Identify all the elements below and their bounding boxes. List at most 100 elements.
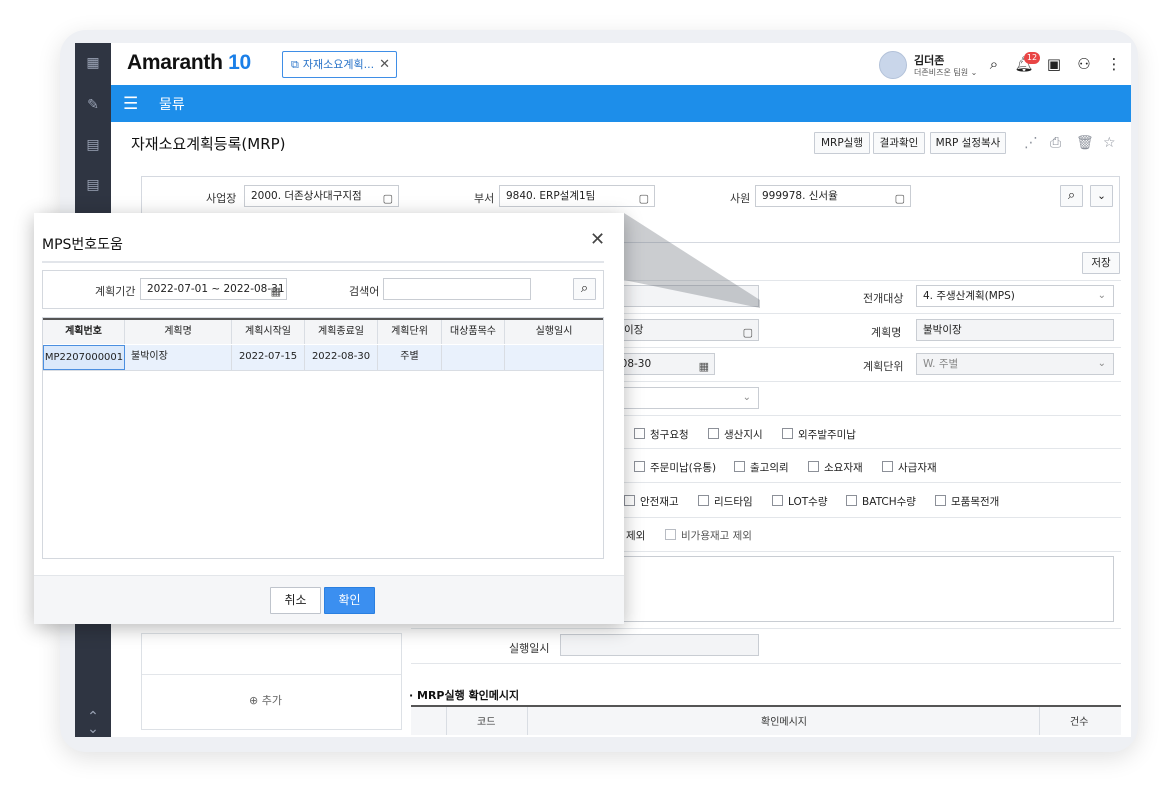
item-count-cell[interactable] [442, 345, 505, 370]
code-picker-icon[interactable]: ▢ [639, 189, 649, 209]
open-tab[interactable]: ⧉ 자재소요계획... ✕ [282, 51, 397, 78]
search-icon[interactable]: ⌕ [984, 54, 1004, 74]
more-icon[interactable]: ⋮ [1104, 54, 1124, 74]
checkbox-supplied-material[interactable]: 사급자재 [882, 460, 937, 475]
plan-no-cell[interactable]: MP2207000001 [43, 345, 125, 370]
logo-version: 10 [228, 51, 251, 74]
table-row[interactable]: MP2207000001 불박이장 2022-07-15 2022-08-30 … [43, 345, 603, 371]
divider [411, 628, 1121, 629]
plan-unit-value: W. 주별 [923, 358, 959, 370]
module-bar: ☰ 물류 [111, 85, 1131, 122]
chevron-down-icon: ⌄ [1097, 358, 1106, 369]
plan-end-cell[interactable]: 2022-08-30 [305, 345, 378, 370]
code-picker-icon[interactable]: ▢ [895, 189, 905, 209]
checkbox-work-order[interactable]: 생산지시 [708, 427, 763, 442]
code-picker-icon[interactable]: ▢ [383, 189, 393, 209]
checkbox-required-material[interactable]: 소요자재 [808, 460, 863, 475]
col-divider [527, 707, 528, 735]
period-value: 2022-07-01 ~ 2022-08-31 [147, 283, 285, 295]
star-icon[interactable]: ☆ [1103, 135, 1116, 151]
plus-circle-icon: ⊕ [249, 694, 259, 707]
save-button[interactable]: 저장 [1082, 252, 1120, 274]
apps-grid-icon[interactable]: ▦ [83, 53, 103, 73]
dept-label: 부서 [474, 192, 495, 205]
mps-grid: 계획번호 계획명 계획시작일 계획종료일 계획단위 대상품목수 실행일시 MP2… [42, 317, 604, 559]
share-icon[interactable]: ⋰ [1024, 135, 1038, 151]
checkbox-label: LOT수량 [788, 496, 828, 508]
calendar-clock-icon[interactable]: ▤ [83, 175, 103, 195]
checkbox-label: 출고의뢰 [750, 462, 789, 474]
deploy-value: 4. 주생산계획(MPS) [923, 290, 1015, 302]
close-tab-icon[interactable]: ✕ [379, 52, 390, 77]
cancel-button[interactable]: 취소 [270, 587, 321, 614]
column-header: 계획번호 [43, 320, 125, 344]
mrp-copy-settings-button[interactable]: MRP 설정복사 [930, 132, 1006, 154]
org-chart-icon[interactable]: ⚇ [1074, 54, 1094, 74]
deploy-select[interactable]: 4. 주생산계획(MPS) ⌄ [916, 285, 1114, 307]
checkbox-lot-qty[interactable]: LOT수량 [772, 494, 827, 509]
checkbox-parent-expand[interactable]: 모품목전개 [935, 494, 999, 509]
checkbox-label: BATCH수량 [862, 496, 916, 508]
run-date-field[interactable] [560, 634, 759, 656]
calendar-icon[interactable]: ▦ [271, 282, 281, 302]
logo[interactable]: Amaranth 10 [127, 51, 251, 75]
column-header: 확인메시지 [761, 717, 807, 728]
notification-badge: 12 [1024, 52, 1040, 64]
pen-icon[interactable]: ✎ [83, 95, 103, 115]
emp-value: 999978. 신서율 [762, 190, 838, 202]
divider [142, 674, 401, 675]
calculator-icon[interactable]: ▣ [1044, 54, 1064, 74]
menu-icon[interactable]: ☰ [123, 94, 138, 114]
dept-field[interactable]: 9840. ERP설계1팀 ▢ [499, 185, 655, 207]
calendar-icon[interactable]: ▤ [83, 135, 103, 155]
add-button[interactable]: ⊕ 추가 [249, 692, 282, 708]
checkbox-label: 사급자재 [898, 462, 937, 474]
deploy-label: 전개대상 [863, 292, 904, 305]
plan-name-field[interactable]: 불박이장 [916, 319, 1114, 341]
plan-name-label: 계획명 [871, 326, 902, 339]
trash-icon[interactable]: 🗑︎ [1076, 135, 1094, 151]
checkbox-order-unfilled[interactable]: 주문미납(유통) [634, 460, 716, 475]
mrp-run-button[interactable]: MRP실행 [814, 132, 870, 154]
emp-field[interactable]: 999978. 신서율 ▢ [755, 185, 911, 207]
run-date-label: 실행일시 [509, 642, 550, 655]
user-org: 더존비즈온 팀원 ⌄ [914, 68, 978, 77]
checkbox-lead-time[interactable]: 리드타임 [698, 494, 753, 509]
dialog-title: MPS번호도움 [42, 237, 123, 253]
checkbox-label: 소요자재 [824, 462, 863, 474]
plan-unit-select[interactable]: W. 주별 ⌄ [916, 353, 1114, 375]
dialog-footer: 취소 확인 [34, 575, 624, 624]
code-picker-icon[interactable]: ▢ [743, 323, 753, 343]
plan-name-cell[interactable]: 불박이장 [125, 345, 232, 370]
search-button[interactable]: ⌕ [573, 278, 596, 300]
column-header: 실행일시 [535, 326, 573, 337]
site-field[interactable]: 2000. 더존상사대구지점 ▢ [244, 185, 399, 207]
confirm-button[interactable]: 확인 [324, 587, 375, 614]
checkbox-request[interactable]: 청구요청 [634, 427, 689, 442]
checkbox-exclude-unavailable[interactable]: 비가용재고 제외 [665, 528, 752, 543]
user-name: 김더존 [914, 54, 945, 67]
search-button[interactable]: ⌕ [1060, 185, 1083, 207]
remarks-textarea[interactable] [551, 556, 1114, 622]
checkbox-label: 리드타임 [714, 496, 753, 508]
chevron-down-icon[interactable]: ⌄ [83, 719, 103, 739]
plan-start-cell[interactable]: 2022-07-15 [232, 345, 305, 370]
close-icon[interactable]: ✕ [590, 229, 605, 250]
print-icon[interactable]: ⎙ [1050, 135, 1061, 151]
period-field[interactable]: 2022-07-01 ~ 2022-08-31 ▦ [140, 278, 287, 300]
result-check-button[interactable]: 결과확인 [873, 132, 925, 154]
calendar-icon[interactable]: ▦ [699, 357, 709, 377]
column-header: 계획명 [125, 320, 232, 344]
expand-filter-button[interactable]: ⌄ [1090, 185, 1113, 207]
chevron-down-icon: ⌄ [1097, 290, 1106, 301]
checkbox-outsource[interactable]: 외주발주미납 [782, 427, 856, 442]
checkbox-safety-stock[interactable]: 안전재고 [624, 494, 679, 509]
checkbox-batch-qty[interactable]: BATCH수량 [846, 494, 916, 509]
keyword-input[interactable] [383, 278, 531, 300]
site-label: 사업장 [206, 192, 237, 205]
top-bar: Amaranth 10 ⧉ 자재소요계획... ✕ 김더존 더존비즈온 팀원 ⌄ … [111, 43, 1131, 85]
plan-unit-cell[interactable]: 주별 [378, 345, 442, 370]
page-title: 자재소요계획등록(MRP) [131, 135, 286, 153]
run-date-cell[interactable] [505, 345, 603, 370]
checkbox-shipment-request[interactable]: 출고의뢰 [734, 460, 789, 475]
